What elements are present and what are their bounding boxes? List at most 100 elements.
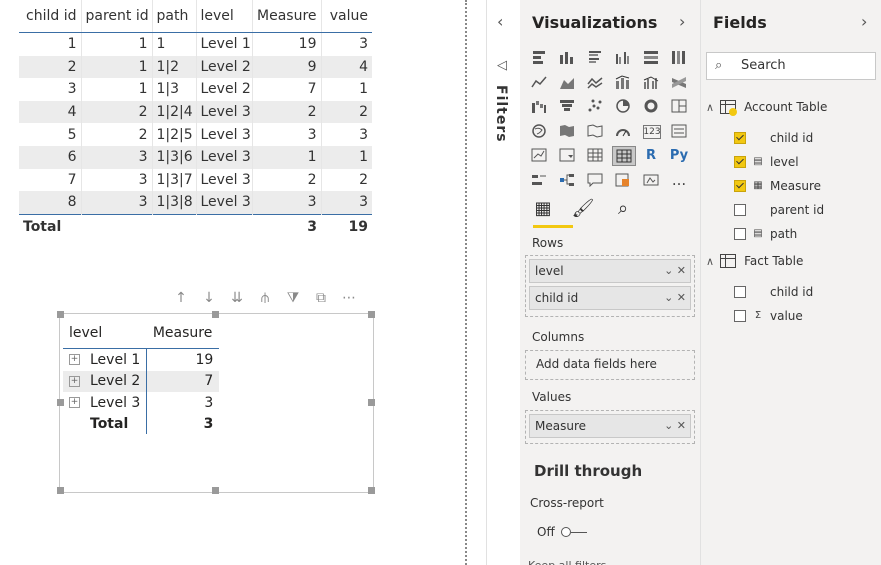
expand-plus-icon[interactable]: +	[69, 397, 80, 409]
column-header-level[interactable]: level	[195, 0, 252, 33]
resize-handle-bl[interactable]	[57, 487, 64, 494]
waterfall-chart-icon[interactable]	[528, 97, 550, 115]
values-well[interactable]: Measure ⌄ ✕	[525, 410, 695, 444]
collapse-caret-icon[interactable]: ∧	[706, 101, 714, 114]
collapse-chevron-left-icon[interactable]: ‹	[497, 12, 503, 31]
rows-field-level[interactable]: level ⌄ ✕	[529, 259, 691, 283]
treemap-icon[interactable]	[668, 97, 690, 115]
field-checkbox-checked[interactable]	[734, 132, 746, 144]
stacked-area-chart-icon[interactable]	[584, 73, 606, 91]
field-parent-id[interactable]: parent id	[734, 203, 824, 217]
clustered-bar-chart-icon[interactable]	[584, 48, 606, 66]
focus-mode-icon[interactable]: ⧉	[312, 290, 330, 310]
resize-handle-br[interactable]	[368, 487, 375, 494]
field-checkbox[interactable]	[734, 286, 746, 298]
cross-report-toggle[interactable]: Off	[537, 525, 587, 539]
arrow-down-icon[interactable]: ↓	[200, 290, 218, 310]
key-influencers-icon[interactable]	[528, 171, 550, 189]
ribbon-chart-icon[interactable]	[668, 73, 690, 91]
fields-expand-chevron-icon[interactable]: ›	[861, 12, 867, 31]
table-row[interactable]: 3 1 1|3 Level 271	[19, 78, 372, 101]
shape-map-icon[interactable]	[584, 122, 606, 140]
stacked-column-chart-icon[interactable]	[556, 48, 578, 66]
table-row[interactable]: 5 2 1|2|5 Level 333	[19, 123, 372, 146]
resize-handle-bc[interactable]	[212, 487, 219, 494]
column-header-path[interactable]: path	[151, 0, 196, 33]
slicer-icon[interactable]	[556, 146, 578, 164]
resize-handle-tr[interactable]	[368, 311, 375, 318]
table-row[interactable]: 7 3 1|3|7 Level 322	[19, 168, 372, 192]
field-level[interactable]: ▤ level	[734, 155, 799, 169]
funnel-chart-icon[interactable]	[556, 97, 578, 115]
arrow-up-icon[interactable]: ↑	[172, 290, 190, 310]
pill-chevron-close-icons[interactable]: ⌄ ✕	[664, 287, 686, 309]
filled-map-icon[interactable]	[556, 122, 578, 140]
line-and-stacked-column-chart-icon[interactable]	[612, 73, 634, 91]
field-checkbox[interactable]	[734, 228, 746, 240]
kpi-icon[interactable]	[528, 146, 550, 164]
matrix-header-measure[interactable]: Measure	[146, 318, 220, 349]
values-field-measure[interactable]: Measure ⌄ ✕	[529, 414, 691, 438]
stacked-bar-chart-icon[interactable]	[528, 48, 550, 66]
matrix-row[interactable]: + Level 3 3	[63, 392, 220, 414]
multi-row-card-icon[interactable]	[668, 122, 690, 140]
filter-icon[interactable]: ⧩	[284, 290, 302, 310]
field-fact-value[interactable]: Σ value	[734, 309, 803, 323]
area-chart-icon[interactable]	[556, 73, 578, 91]
columns-well[interactable]: Add data fields here	[525, 350, 695, 380]
matrix-row[interactable]: + Level 2 7	[63, 370, 220, 392]
resize-handle-tl[interactable]	[57, 311, 64, 318]
more-visuals-icon[interactable]: ...	[668, 171, 690, 189]
visualizations-expand-chevron-icon[interactable]: ›	[679, 12, 685, 31]
expand-hierarchy-icon[interactable]: ⫛	[256, 290, 274, 310]
column-header-value[interactable]: value	[320, 0, 372, 33]
collapse-caret-icon[interactable]: ∧	[706, 255, 714, 268]
card-icon[interactable]: 123	[643, 124, 661, 139]
table-row[interactable]: 4 2 1|2|4 Level 322	[19, 100, 372, 124]
field-checkbox-checked[interactable]	[734, 180, 746, 192]
column-header-measure[interactable]: Measure	[251, 0, 321, 33]
decomposition-tree-icon[interactable]	[556, 171, 578, 189]
table-row[interactable]: 6 3 1|3|6 Level 311	[19, 145, 372, 169]
rows-well[interactable]: level ⌄ ✕ child id ⌄ ✕	[525, 255, 695, 317]
account-table-visual[interactable]: child id parent id path level Measure va…	[19, 0, 372, 239]
100-stacked-bar-chart-icon[interactable]	[640, 48, 662, 66]
pill-chevron-close-icons[interactable]: ⌄ ✕	[664, 415, 686, 437]
field-checkbox-checked[interactable]	[734, 156, 746, 168]
toggle-switch-icon[interactable]	[560, 527, 587, 537]
pie-chart-icon[interactable]	[612, 97, 634, 115]
paginated-report-icon[interactable]	[640, 171, 662, 189]
scatter-chart-icon[interactable]	[584, 97, 606, 115]
map-icon[interactable]	[528, 122, 550, 140]
100-stacked-column-chart-icon[interactable]	[668, 48, 690, 66]
table-row[interactable]: 2 1 1|2 Level 294	[19, 55, 372, 79]
double-arrow-down-icon[interactable]: ⇊	[228, 290, 246, 310]
gauge-icon[interactable]	[612, 122, 634, 140]
table-row[interactable]: 8 3 1|3|8 Level 333	[19, 191, 372, 215]
table-group-account-table[interactable]: ∧ Account Table	[706, 100, 827, 116]
column-header-child-id[interactable]: child id	[19, 0, 81, 33]
clustered-column-chart-icon[interactable]	[612, 48, 634, 66]
field-fact-child-id[interactable]: child id	[734, 285, 813, 299]
smart-narrative-icon[interactable]	[612, 171, 634, 189]
table-icon[interactable]	[584, 146, 606, 164]
line-chart-icon[interactable]	[528, 73, 550, 91]
r-visual-icon[interactable]: R	[640, 146, 662, 164]
fields-tab-icon[interactable]: ▦	[530, 198, 556, 219]
python-visual-icon[interactable]: Py	[668, 146, 690, 164]
format-paintbrush-icon[interactable]: 🖌	[570, 198, 596, 219]
field-checkbox[interactable]	[734, 204, 746, 216]
table-group-fact-table[interactable]: ∧ Fact Table	[706, 254, 803, 268]
line-and-clustered-column-chart-icon[interactable]	[640, 73, 662, 91]
field-child-id[interactable]: child id	[734, 131, 813, 145]
qna-icon[interactable]	[584, 171, 606, 189]
matrix-visual[interactable]: level Measure + Level 1 19 + Level 2 7 + Level …	[63, 318, 220, 434]
field-checkbox[interactable]	[734, 310, 746, 322]
donut-chart-icon[interactable]	[640, 97, 662, 115]
field-measure[interactable]: ▦ Measure	[734, 179, 821, 193]
matrix-icon-selected[interactable]	[612, 146, 636, 166]
column-header-parent-id[interactable]: parent id	[80, 0, 152, 33]
table-row[interactable]: 1 1 1 Level 1 19 3	[19, 32, 372, 56]
rows-field-child-id[interactable]: child id ⌄ ✕	[529, 286, 691, 310]
field-path[interactable]: ▤ path	[734, 227, 797, 241]
